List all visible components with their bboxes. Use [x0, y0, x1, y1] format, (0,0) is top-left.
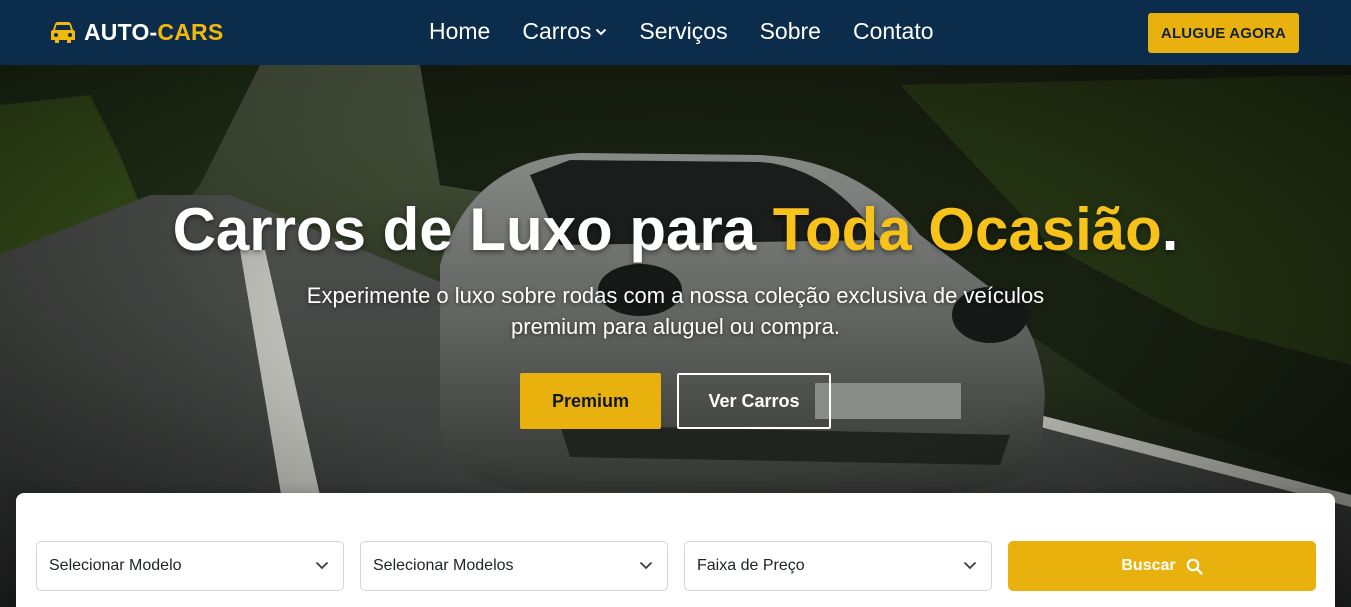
chevron-down-icon [639, 561, 653, 570]
select-model-value: Selecionar Modelo [49, 557, 182, 574]
car-icon [51, 21, 75, 43]
nav-link-home[interactable]: Home [429, 18, 490, 45]
view-cars-button[interactable]: Ver Carros [677, 373, 831, 429]
chevron-down-icon [963, 561, 977, 570]
select-models-value: Selecionar Modelos [373, 557, 514, 574]
select-price-range-value: Faixa de Preço [697, 557, 805, 574]
nav-link-carros[interactable]: Carros [522, 18, 607, 45]
search-button[interactable]: Buscar [1008, 541, 1316, 591]
rent-now-button[interactable]: ALUGUE AGORA [1148, 13, 1299, 53]
chevron-down-icon [315, 561, 329, 570]
select-model[interactable]: Selecionar Modelo [36, 541, 344, 591]
brand-logo[interactable]: AUTO-CARS [50, 19, 223, 46]
premium-button[interactable]: Premium [520, 373, 661, 429]
nav-link-servicos[interactable]: Serviços [639, 18, 727, 45]
select-models[interactable]: Selecionar Modelos [360, 541, 668, 591]
chevron-down-icon [596, 28, 607, 35]
main-nav: Home Carros Serviços Sobre Contato [429, 18, 934, 45]
nav-link-sobre[interactable]: Sobre [760, 18, 821, 45]
brand-name: AUTO-CARS [84, 19, 224, 45]
search-button-label: Buscar [1121, 557, 1176, 574]
nav-link-contato[interactable]: Contato [853, 18, 934, 45]
search-icon [1186, 558, 1203, 575]
navbar: AUTO-CARS Home Carros Serviços Sobre Con… [0, 0, 1351, 65]
hero-title: Carros de Luxo para Toda Ocasião. [172, 196, 1179, 263]
select-price-range[interactable]: Faixa de Preço [684, 541, 992, 591]
search-panel: Selecionar Modelo Selecionar Modelos Fai… [16, 493, 1335, 607]
hero-subtitle: Experimente o luxo sobre rodas com a nos… [306, 283, 1045, 339]
